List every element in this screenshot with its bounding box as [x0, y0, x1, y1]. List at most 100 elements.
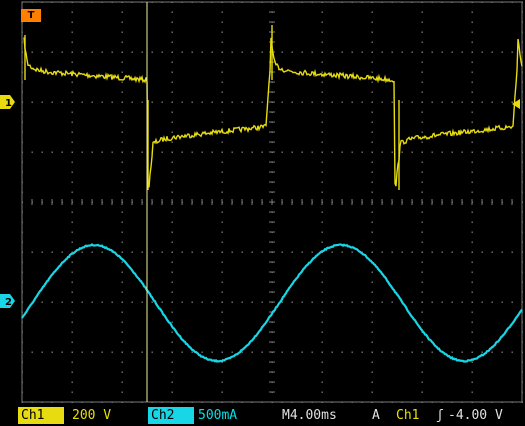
grid-dot: [171, 21, 173, 23]
grid-dot: [331, 301, 333, 303]
grid-dot: [431, 51, 433, 53]
ch2-label[interactable]: Ch2: [148, 407, 194, 424]
grid-dot: [121, 181, 123, 183]
ch1-ground-marker[interactable]: 1: [0, 94, 16, 110]
grid-dot: [421, 321, 423, 323]
grid-dot: [141, 351, 143, 353]
grid-dot: [121, 141, 123, 143]
grid-dot: [241, 101, 243, 103]
grid-dot: [91, 51, 93, 53]
grid-dot: [331, 251, 333, 253]
grid-dot: [311, 351, 313, 353]
grid-dot: [121, 161, 123, 163]
grid-dot: [471, 261, 473, 263]
grid-dot: [461, 101, 463, 103]
grid-dot: [121, 151, 123, 153]
grid-dot: [241, 151, 243, 153]
grid-dot: [171, 271, 173, 273]
grid-dot: [421, 111, 423, 113]
grid-dot: [111, 151, 113, 153]
grid-dot: [511, 251, 513, 253]
grid-dot: [371, 51, 373, 53]
grid-dot: [121, 341, 123, 343]
grid-dot: [371, 281, 373, 283]
ch2-ground-marker[interactable]: 2: [0, 293, 16, 309]
grid-dot: [51, 251, 53, 253]
grid-dot: [381, 301, 383, 303]
grid-dot: [91, 351, 93, 353]
grid-dot: [171, 291, 173, 293]
grid-dot: [361, 51, 363, 53]
grid-dot: [171, 11, 173, 13]
grid-dot: [121, 331, 123, 333]
grid-dot: [321, 261, 323, 263]
grid-dot: [31, 101, 33, 103]
grid-dot: [421, 351, 423, 353]
grid-dot: [371, 141, 373, 143]
trigger-position-icon[interactable]: T: [21, 9, 41, 22]
grid-dot: [471, 81, 473, 83]
grid-dot: [121, 381, 123, 383]
grid-dot: [121, 281, 123, 283]
grid-dot: [101, 51, 103, 53]
grid-dot: [71, 281, 73, 283]
grid-dot: [171, 301, 173, 303]
grid-dot: [421, 281, 423, 283]
grid-dot: [341, 51, 343, 53]
grid-dot: [321, 221, 323, 223]
grid-dot: [471, 321, 473, 323]
grid-dot: [371, 91, 373, 93]
grid-dot: [491, 151, 493, 153]
grid-dot: [421, 381, 423, 383]
grid-dot: [71, 231, 73, 233]
grid-dot: [371, 331, 373, 333]
grid-dot: [371, 251, 373, 253]
grid-dot: [391, 151, 393, 153]
grid-dot: [121, 301, 123, 303]
grid-dot: [61, 301, 63, 303]
grid-dot: [471, 91, 473, 93]
grid-dot: [431, 301, 433, 303]
grid-dot: [321, 231, 323, 233]
grid-dot: [511, 151, 513, 153]
grid-dot: [471, 161, 473, 163]
grid-dot: [151, 301, 153, 303]
grid-dot: [421, 261, 423, 263]
grid-dot: [471, 101, 473, 103]
grid-dot: [121, 191, 123, 193]
grid-dot: [321, 211, 323, 213]
grid-dot: [421, 101, 423, 103]
grid-dot: [201, 351, 203, 353]
grid-dot: [221, 231, 223, 233]
grid-dot: [391, 251, 393, 253]
grid-dot: [291, 351, 293, 353]
grid-dot: [481, 251, 483, 253]
grid-dot: [301, 51, 303, 53]
grid-dot: [501, 301, 503, 303]
ch1-label[interactable]: Ch1: [18, 407, 64, 424]
grid-dot: [491, 351, 493, 353]
ch2-scale: 500mA: [198, 408, 238, 423]
grid-dot: [121, 231, 123, 233]
grid-dot: [361, 151, 363, 153]
grid-dot: [501, 351, 503, 353]
grid-dot: [371, 371, 373, 373]
grid-dot: [471, 391, 473, 393]
grid-dot: [321, 371, 323, 373]
grid-dot: [221, 91, 223, 93]
grid-dot: [121, 221, 123, 223]
grid-dot: [491, 251, 493, 253]
grid-dot: [71, 361, 73, 363]
grid-dot: [121, 131, 123, 133]
grid-dot: [191, 251, 193, 253]
grid-dot: [221, 21, 223, 23]
grid-dot: [471, 301, 473, 303]
grid-dot: [421, 171, 423, 173]
ch2-marker-label: 2: [5, 297, 12, 308]
grid-dot: [421, 371, 423, 373]
grid-dot: [221, 161, 223, 163]
grid-dot: [161, 101, 163, 103]
grid-dot: [71, 221, 73, 223]
grid-dot: [211, 151, 213, 153]
grid-dot: [101, 301, 103, 303]
